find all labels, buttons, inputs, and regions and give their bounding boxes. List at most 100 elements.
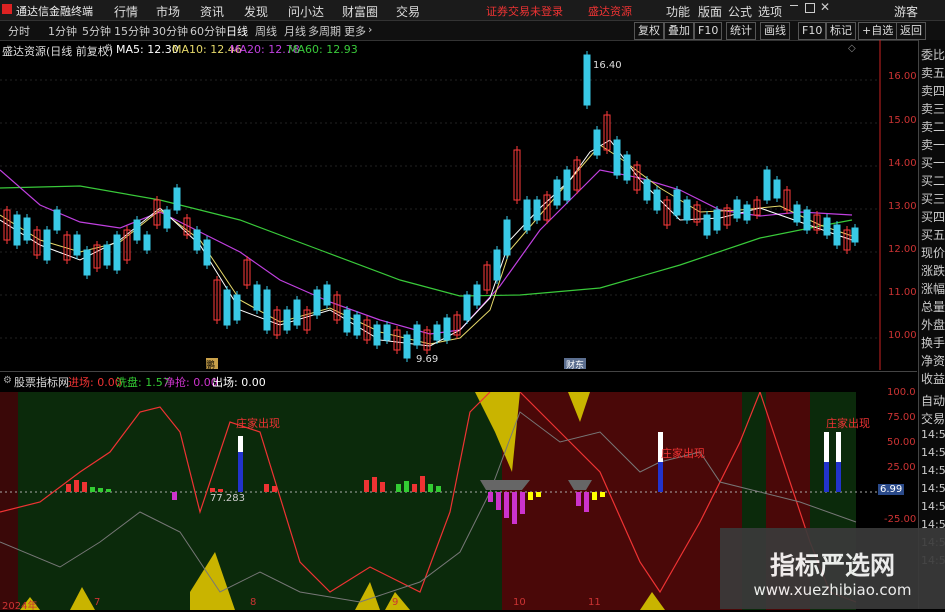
tab-period-1min[interactable]: 1分钟 [48, 23, 77, 39]
ind-tick-100: 100.0 [887, 387, 916, 398]
indicator-wash-label: 洗盘: 1.57 [116, 376, 170, 389]
x-tick-9: 9 [392, 597, 399, 608]
mark-button[interactable]: 标记 [826, 22, 856, 40]
menu-item-formula[interactable]: 公式 [728, 3, 752, 20]
candle-body [383, 324, 391, 341]
minimize-icon[interactable] [790, 5, 798, 6]
tab-period-60min[interactable]: 60分钟 [190, 23, 226, 39]
indicator-bar [600, 492, 605, 497]
quote-label: 卖四 [921, 84, 945, 98]
tab-period-30min[interactable]: 30分钟 [152, 23, 188, 39]
login-notice[interactable]: 证券交易未登录 [486, 3, 563, 19]
f10-button[interactable]: F10 [694, 22, 723, 40]
draw-button[interactable]: 画线 [760, 22, 790, 40]
marker-badge-finance: 财东 [564, 358, 587, 371]
annotation-zhuangjia-2: 庄家出现 [661, 447, 705, 460]
low-price-label: 9.69 [416, 354, 438, 365]
candle-body [623, 154, 631, 181]
tab-period-15min[interactable]: 15分钟 [114, 23, 150, 39]
chevron-right-icon[interactable]: › [368, 23, 372, 36]
ind-tick-neg25: -25.00 [884, 514, 917, 525]
indicator-bar [98, 488, 103, 492]
indicator-bar [264, 484, 269, 492]
indicator-bar [218, 489, 223, 492]
menu-item-market[interactable]: 市场 [156, 3, 180, 20]
tab-period-day[interactable]: 日线 [226, 23, 248, 39]
watermark-overlay: 指标严选网 www.xuezhibiao.com [720, 528, 945, 609]
overlay-button[interactable]: 叠加 [664, 22, 694, 40]
adjust-button[interactable]: 复权 [634, 22, 664, 40]
menu-item-function[interactable]: 功能 [666, 3, 690, 20]
indicator-bar [272, 486, 277, 492]
ind-tick-25: 25.00 [887, 462, 916, 473]
indicator-bar [380, 482, 385, 492]
guest-label[interactable]: 游客 [894, 3, 918, 20]
kline-svg: 16.40 9.69 [0, 40, 881, 370]
quote-label: 涨跌 [921, 264, 945, 278]
candle-body [533, 199, 541, 221]
candle-body [133, 219, 141, 241]
quote-label[interactable]: 交易 [921, 410, 945, 427]
indicator-bar [520, 492, 525, 514]
menu-item-options[interactable]: 选项 [758, 3, 782, 20]
indicator-bar [528, 492, 533, 500]
quote-label: 现价 [921, 246, 945, 260]
tab-period-5min[interactable]: 5分钟 [82, 23, 111, 39]
quote-label: 买五 [921, 228, 945, 242]
close-icon[interactable]: ✕ [820, 0, 830, 14]
candle-body [113, 234, 121, 271]
kline-chart-panel[interactable]: 盛达资源(日线 前复权) ⚙ MA5: 12.30 MA10: 12.46 MA… [0, 40, 917, 371]
indicator-bar [436, 486, 441, 492]
indicator-bar [428, 484, 433, 492]
candle-body [803, 209, 811, 231]
quote-label: 买四 [921, 210, 945, 224]
annotation-zhuangjia-3: 庄家出现 [826, 417, 870, 430]
trade-time-label: 14:5 [921, 464, 945, 477]
x-tick-7: 7 [94, 597, 101, 608]
menu-item-layout[interactable]: 版面 [698, 3, 722, 20]
indicator-bar [488, 492, 493, 502]
f10-button-2[interactable]: F10 [798, 22, 827, 40]
candle-body [223, 289, 231, 326]
settings-gear-icon[interactable]: ⚙ [3, 375, 12, 386]
candle-body [403, 334, 411, 359]
candle-body [733, 199, 741, 219]
candle-body [763, 169, 771, 201]
period-toolbar: 分时 1分钟 5分钟 15分钟 30分钟 60分钟 日线 周线 月线 多周期 更… [0, 21, 945, 41]
candle-body [683, 199, 691, 221]
menu-item-news[interactable]: 资讯 [200, 3, 224, 20]
indicator-bar [824, 462, 829, 492]
candle-body [143, 234, 151, 251]
trade-time-label: 14:5 [921, 500, 945, 513]
quote-label: 买一 [921, 156, 945, 170]
menu-item-ask[interactable]: 问小达 [288, 3, 324, 20]
indicator-bar [420, 476, 425, 492]
menu-item-quotes[interactable]: 行情 [114, 3, 138, 20]
candle-body [593, 129, 601, 156]
indicator-bar [412, 484, 417, 492]
indicator-bar [238, 452, 243, 492]
candle-body [103, 244, 111, 266]
tab-period-multi[interactable]: 多周期 [308, 23, 341, 39]
menu-item-wealth[interactable]: 财富圈 [342, 3, 378, 20]
tab-period-week[interactable]: 周线 [255, 23, 277, 39]
indicator-value-label: 77.283 [210, 493, 245, 504]
app-title: 通达信金融终端 [16, 5, 93, 18]
annotation-zhuangjia-1: 庄家出现 [236, 417, 280, 430]
candle-body [613, 139, 621, 176]
stats-button[interactable]: 统计 [726, 22, 756, 40]
candle-body [523, 199, 531, 231]
indicator-bar [82, 482, 87, 492]
menu-item-discover[interactable]: 发现 [244, 3, 268, 20]
menu-item-trade[interactable]: 交易 [396, 3, 420, 20]
quote-label: 卖二 [921, 120, 945, 134]
candle-body [233, 294, 241, 321]
tab-period-month[interactable]: 月线 [284, 23, 306, 39]
quote-label[interactable]: 自动 [921, 392, 945, 409]
add-watchlist-button[interactable]: +自选 [858, 22, 898, 40]
tab-period-more[interactable]: 更多 [344, 23, 366, 39]
tab-period-intraday[interactable]: 分时 [8, 23, 30, 39]
quote-label: 卖五 [921, 66, 945, 80]
back-button[interactable]: 返回 [896, 22, 926, 40]
maximize-icon[interactable] [805, 3, 815, 13]
